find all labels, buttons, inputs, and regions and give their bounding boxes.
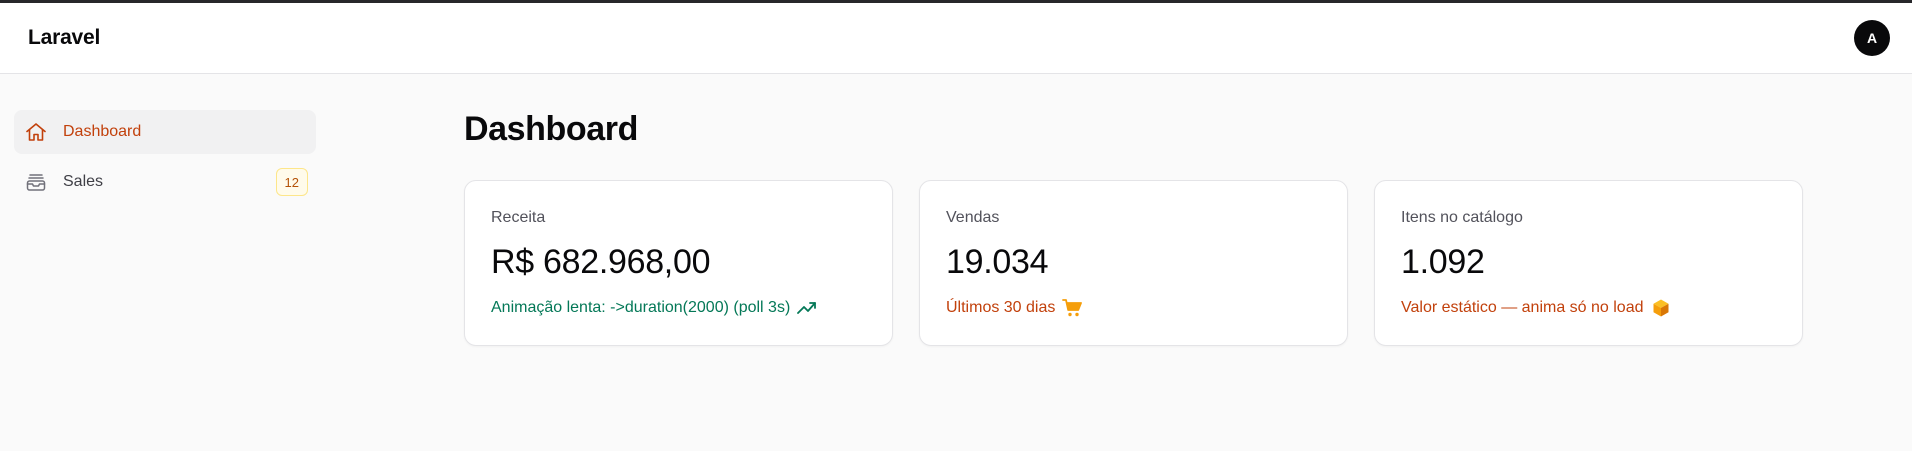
sidebar-item-label: Dashboard	[63, 123, 142, 140]
top-bar: Laravel A	[0, 3, 1912, 74]
stat-value: 1.092	[1401, 243, 1485, 281]
stat-label: Receita	[491, 209, 546, 226]
page-title: Dashboard	[464, 110, 638, 148]
user-avatar[interactable]: A	[1854, 20, 1890, 56]
stat-description: Últimos 30 dias	[946, 298, 1321, 318]
home-icon	[24, 120, 48, 144]
stat-description-text: Últimos 30 dias	[946, 299, 1056, 316]
stat-description-text: Animação lenta: ->duration(2000) (poll 3…	[491, 299, 791, 316]
stats-cards: Receita R$ 682.968,00 Animação lenta: ->…	[464, 180, 1912, 346]
cart-icon	[1061, 298, 1083, 318]
sidebar-item-sales[interactable]: Sales 12	[14, 160, 316, 204]
main-content: Dashboard Receita R$ 682.968,00 Animação…	[330, 74, 1912, 451]
stat-label: Itens no catálogo	[1401, 209, 1523, 226]
stat-card-receita: Receita R$ 682.968,00 Animação lenta: ->…	[464, 180, 893, 346]
stat-description: Valor estático — anima só no load	[1401, 298, 1776, 318]
stat-card-vendas: Vendas 19.034 Últimos 30 dias	[919, 180, 1348, 346]
sidebar: Dashboard Sales 12	[0, 74, 330, 451]
app-layout: Dashboard Sales 12 Dashboard Receita R$ …	[0, 74, 1912, 451]
inbox-icon	[24, 170, 48, 194]
stat-label: Vendas	[946, 209, 1000, 226]
brand-logo[interactable]: Laravel	[28, 26, 100, 50]
stat-card-itens-catalogo: Itens no catálogo 1.092 Valor estático —…	[1374, 180, 1803, 346]
trending-up-icon	[796, 298, 818, 318]
cube-icon	[1650, 298, 1672, 318]
stat-value: R$ 682.968,00	[491, 243, 711, 281]
sidebar-item-dashboard[interactable]: Dashboard	[14, 110, 316, 154]
sales-count-badge: 12	[275, 168, 308, 196]
sidebar-item-label: Sales	[63, 173, 104, 190]
stat-value: 19.034	[946, 243, 1049, 281]
stat-description-text: Valor estático — anima só no load	[1401, 299, 1644, 316]
stat-description: Animação lenta: ->duration(2000) (poll 3…	[491, 298, 866, 318]
